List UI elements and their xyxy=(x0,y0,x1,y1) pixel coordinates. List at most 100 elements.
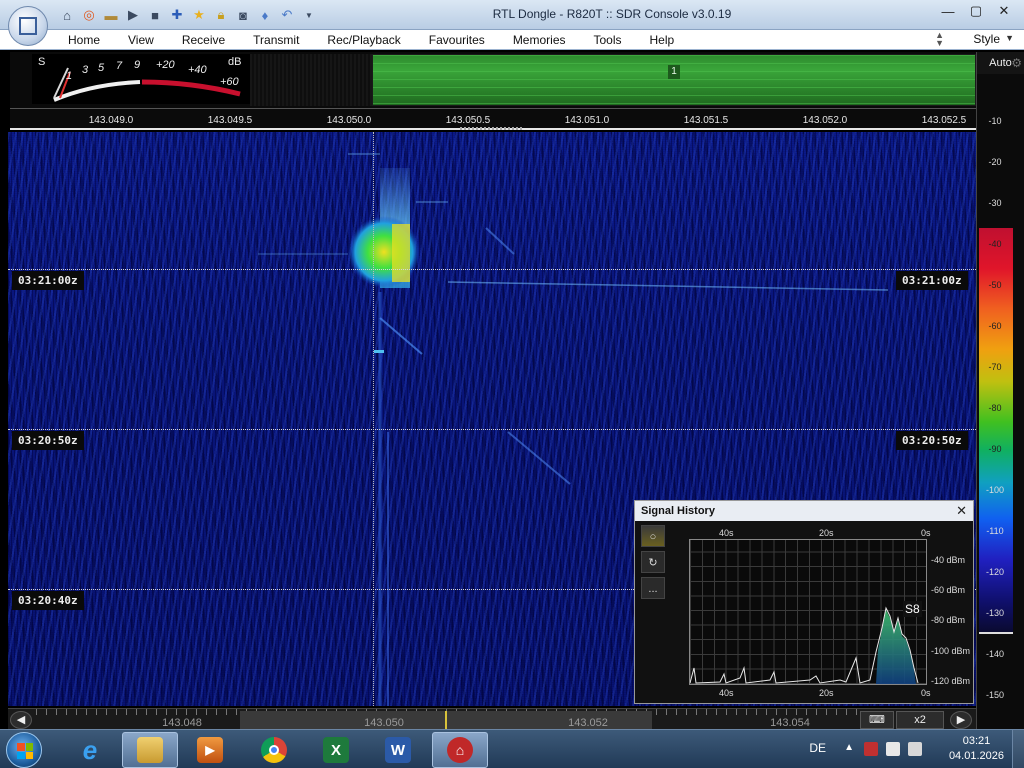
s-scale-3: 3 xyxy=(82,64,89,76)
app-logo-icon xyxy=(19,17,37,35)
taskbar-sdr-console[interactable]: ⌂ xyxy=(432,732,488,768)
menu-memories[interactable]: Memories xyxy=(513,33,566,47)
clock[interactable]: 03:21 04.01.2026 xyxy=(949,734,1004,764)
system-tray: DE ▲ 03:21 04.01.2026 xyxy=(809,730,1024,768)
hold-button[interactable]: ○ xyxy=(641,525,665,547)
top-axis-label: 0s xyxy=(921,528,931,538)
freq-tick: 143.051.5 xyxy=(683,115,729,126)
signal-trace xyxy=(690,606,919,684)
strip-freq: 143.052 xyxy=(568,717,608,729)
taskbar-word[interactable]: W xyxy=(370,732,426,768)
menu-rec-playback[interactable]: Rec/Playback xyxy=(327,33,400,47)
signal-history-title: Signal History xyxy=(641,505,715,517)
ribbon-toggle-icon[interactable]: ▲ ▼ xyxy=(935,31,944,48)
s-scale-plus40: +40 xyxy=(188,64,207,76)
freq-tick: 143.049.5 xyxy=(207,115,253,126)
level-scale[interactable]: Auto ⚙ -10 -20 -30 -40 -50 -60 -70 -80 -… xyxy=(976,52,1024,729)
reset-button[interactable]: ↻ xyxy=(641,551,665,573)
sdr-console-window: ⌂ ◎ ▬ ▶ ■ ✚ ★ 🔒︎ ◙ ♦ ↶ ▼ RTL Dongle - R8… xyxy=(0,0,1024,768)
freq-tick: 143.049.0 xyxy=(88,115,134,126)
scale-label: -10 xyxy=(988,116,1002,126)
maximize-icon[interactable]: ▢ xyxy=(964,2,988,20)
y-axis-label: -120 dBm xyxy=(931,676,971,686)
tray-app-icon[interactable] xyxy=(864,742,878,756)
scale-label: -40 xyxy=(988,239,1002,249)
spectrum-lines xyxy=(373,55,975,105)
scale-divider xyxy=(979,632,1013,634)
network-icon[interactable] xyxy=(908,742,922,756)
frequency-ruler[interactable]: 143.049.0 143.049.5 143.050.0 143.050.5 … xyxy=(10,108,976,130)
bandwidth-strip[interactable]: ◀ 143.048 143.050 143.052 143.054 ⌨ x2 ▶ xyxy=(8,708,976,729)
menu-help[interactable]: Help xyxy=(650,33,675,47)
word-icon: W xyxy=(385,737,411,763)
language-indicator[interactable]: DE xyxy=(809,741,826,755)
close-icon[interactable]: ✕ xyxy=(956,503,967,519)
s-meter-arc xyxy=(53,67,241,102)
menu-view[interactable]: View xyxy=(128,33,154,47)
signal-history-plot xyxy=(689,539,927,685)
taskbar-excel[interactable]: X xyxy=(308,732,364,768)
menu-receive[interactable]: Receive xyxy=(182,33,225,47)
scale-label: -100 xyxy=(985,485,1004,495)
y-axis-label: -40 dBm xyxy=(931,555,966,565)
internet-explorer-icon: e xyxy=(82,734,98,765)
scale-label: -140 xyxy=(985,649,1004,659)
scroll-left-button[interactable]: ◀ xyxy=(10,711,32,729)
s-scale-9: 9 xyxy=(134,59,141,71)
tuning-cursor-line[interactable] xyxy=(373,132,374,706)
scale-label: -90 xyxy=(988,444,1002,454)
taskbar-explorer[interactable] xyxy=(122,732,178,768)
show-desktop-button[interactable] xyxy=(1012,730,1024,768)
menu-transmit[interactable]: Transmit xyxy=(253,33,299,47)
s-meter: S dB 1 3 5 7 9 +20 +40 +60 xyxy=(32,54,250,104)
signal-history-panel: Signal History ✕ ○ ↻ ... 40s 20s 0s -40 … xyxy=(634,500,974,704)
scale-label: -110 xyxy=(986,526,1004,536)
menu-favourites[interactable]: Favourites xyxy=(429,33,485,47)
menu-tools[interactable]: Tools xyxy=(594,33,622,47)
time-line xyxy=(8,429,976,430)
ruler-splitter-handle[interactable] xyxy=(460,127,524,130)
top-panel: S dB 1 3 5 7 9 +20 +40 +60 1 xyxy=(10,52,976,108)
zoom-button[interactable]: x2 xyxy=(896,711,944,729)
scroll-right-button[interactable]: ▶ xyxy=(950,711,972,729)
y-axis-label: -80 dBm xyxy=(931,615,966,625)
more-button[interactable]: ... xyxy=(641,577,665,599)
time-label-left: 03:20:40z xyxy=(12,591,84,610)
vfo-marker[interactable]: 1 xyxy=(668,65,680,79)
freq-tick: 143.051.0 xyxy=(564,115,610,126)
s-label: S xyxy=(38,56,46,68)
spectrum-display[interactable]: 1 xyxy=(372,54,976,106)
application-menu-button[interactable] xyxy=(8,6,48,46)
scale-label: -20 xyxy=(988,157,1002,167)
menu-home[interactable]: Home xyxy=(68,33,100,47)
top-axis-label: 20s xyxy=(819,528,834,538)
time-label-left: 03:21:00z xyxy=(12,271,84,290)
tuning-marker[interactable] xyxy=(445,711,447,729)
y-axis-label: -60 dBm xyxy=(931,585,966,595)
bottom-axis-label: 20s xyxy=(819,688,834,698)
media-player-icon: ▶ xyxy=(197,737,223,763)
window-controls: — ▢ ✕ xyxy=(936,2,1016,20)
minimize-icon[interactable]: — xyxy=(936,2,960,20)
chrome-icon xyxy=(261,737,287,763)
s-scale-1: 1 xyxy=(66,70,73,82)
y-axis-label: -100 dBm xyxy=(931,646,971,656)
taskbar-ie[interactable]: e xyxy=(62,732,118,768)
close-icon[interactable]: ✕ xyxy=(992,2,1016,20)
gear-icon[interactable]: ⚙ xyxy=(1011,56,1022,70)
title-bar: ⌂ ◎ ▬ ▶ ■ ✚ ★ 🔒︎ ◙ ♦ ↶ ▼ RTL Dongle - R8… xyxy=(0,0,1024,30)
taskbar-media-player[interactable]: ▶ xyxy=(182,732,238,768)
excel-icon: X xyxy=(323,737,349,763)
sdr-console-icon: ⌂ xyxy=(447,737,473,763)
taskbar-chrome[interactable] xyxy=(246,732,302,768)
start-button[interactable] xyxy=(6,732,42,768)
freq-tick: 143.050.0 xyxy=(326,115,372,126)
keyboard-button[interactable]: ⌨ xyxy=(860,711,894,729)
bottom-axis-label: 0s xyxy=(921,688,931,698)
windows-logo-icon xyxy=(17,743,33,759)
tray-expand-icon[interactable]: ▲ xyxy=(844,742,854,753)
style-menu[interactable]: Style xyxy=(973,32,1000,46)
style-dropdown-icon[interactable]: ▼ xyxy=(1005,33,1014,43)
tray-flag-icon[interactable] xyxy=(886,742,900,756)
signal-history-toolbar: ○ ↻ ... xyxy=(641,525,665,603)
